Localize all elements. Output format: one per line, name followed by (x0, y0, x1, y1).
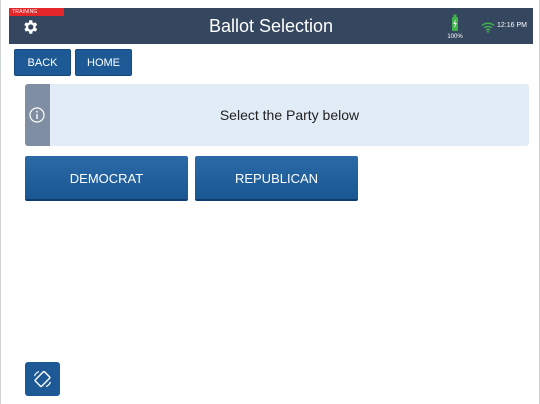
header-bar: TRAINING Ballot Selection 100% 12:16 PM (9, 8, 533, 44)
party-button-republican[interactable]: REPUBLICAN (195, 156, 358, 201)
info-banner: Select the Party below (25, 84, 529, 146)
rotate-screen-button[interactable] (25, 362, 60, 396)
info-icon (29, 107, 45, 123)
app-frame: TRAINING Ballot Selection 100% 12:16 PM (0, 0, 540, 404)
battery-icon (452, 14, 458, 31)
battery-indicator: 100% (441, 12, 469, 42)
party-button-democrat[interactable]: DEMOCRAT (25, 156, 188, 201)
banner-message: Select the Party below (219, 107, 360, 123)
rotate-screen-icon (33, 370, 52, 388)
gear-icon[interactable] (21, 18, 39, 36)
battery-percent: 100% (447, 34, 463, 40)
info-banner-strip (25, 84, 50, 146)
home-button[interactable]: HOME (75, 49, 132, 76)
clock-time: 12:16 PM (497, 22, 527, 29)
back-button[interactable]: BACK (14, 49, 71, 76)
wifi-icon (481, 20, 495, 38)
